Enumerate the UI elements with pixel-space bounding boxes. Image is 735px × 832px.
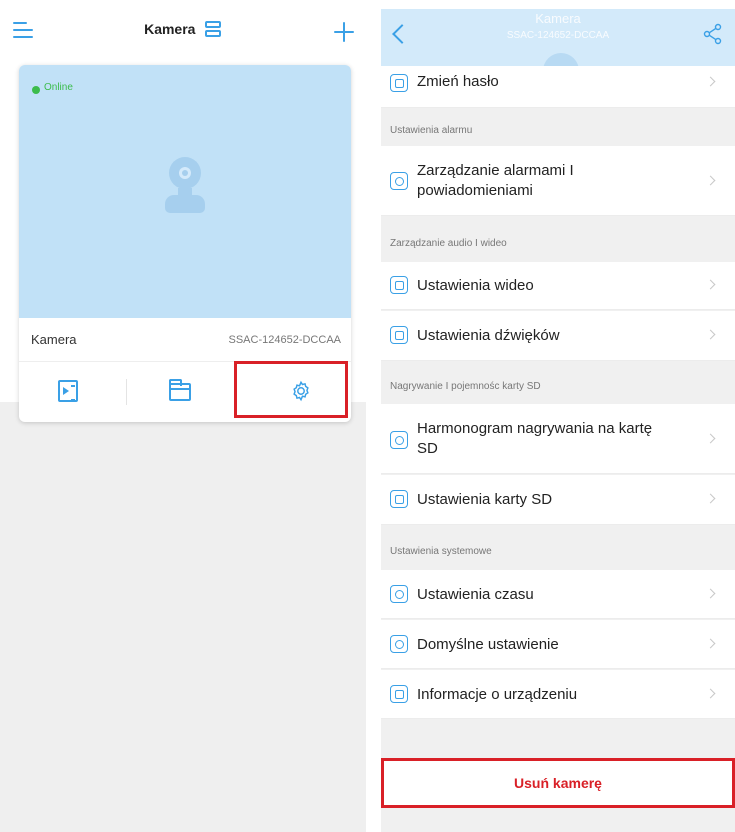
settings-item-time-settings[interactable]: Ustawienia czasu [381, 570, 735, 619]
chevron-right-icon [705, 279, 716, 290]
camera-settings-screen: Kamera SSAC-124652-DCCAA Zmień hasło Ust… [381, 9, 735, 832]
camera-icon [543, 53, 579, 66]
top-bar: Kamera [0, 0, 366, 60]
settings-item-label: Informacje o urządzeniu [417, 686, 578, 703]
camera-list-screen: Kamera Online Kamera SSAC-124652-DCCAA [0, 0, 366, 832]
camera-preview[interactable]: Online [19, 65, 351, 318]
chevron-right-icon [705, 76, 716, 87]
page-title: Kamera [144, 21, 196, 37]
camera-card-actions [19, 361, 351, 422]
chevron-right-icon [705, 175, 716, 186]
camera-card: Online Kamera SSAC-124652-DCCAA [19, 65, 351, 422]
settings-item-label: Ustawienia czasu [417, 586, 534, 603]
camera-name: Kamera [31, 332, 77, 347]
playback-icon [58, 380, 78, 402]
online-status-dot [32, 86, 40, 94]
section-header-system: Ustawienia systemowe [390, 546, 492, 557]
camera-icon [163, 157, 207, 217]
settings-item-label-line2: powiadomieniami [417, 182, 533, 199]
clock-icon [390, 585, 408, 603]
settings-subtitle: SSAC-124652-DCCAA [506, 30, 610, 41]
settings-item-label: Ustawienia karty SD [417, 491, 553, 508]
page-title-group: Kamera [0, 20, 366, 38]
folder-icon [169, 379, 191, 401]
settings-item-label-line1: Harmonogram nagrywania na kartę [417, 420, 653, 437]
speaker-icon [390, 326, 408, 344]
chevron-right-icon [705, 588, 716, 599]
plus-icon[interactable] [334, 22, 354, 42]
section-header-alarm: Ustawienia alarmu [390, 125, 473, 136]
settings-item-default-settings[interactable]: Domyślne ustawienie [381, 620, 735, 669]
settings-item-label: Zmień hasło [417, 73, 499, 90]
chevron-right-icon [705, 688, 716, 699]
chevron-right-icon [705, 638, 716, 649]
settings-item-label: Ustawienia wideo [417, 277, 534, 294]
delete-camera-button[interactable]: Usuń kamerę [384, 761, 732, 805]
sd-card-icon [390, 490, 408, 508]
settings-item-device-info[interactable]: Informacje o urządzeniu [381, 670, 735, 719]
reset-icon [390, 635, 408, 653]
chevron-right-icon [705, 329, 716, 340]
settings-item-recording-schedule[interactable]: Harmonogram nagrywania na kartę SD [381, 404, 735, 474]
settings-item-label: Ustawienia dźwięków [417, 327, 560, 344]
section-header-recording: Nagrywanie I pojemnośc karty SD [390, 381, 541, 392]
chevron-right-icon [705, 433, 716, 444]
settings-header: Kamera SSAC-124652-DCCAA [381, 9, 735, 66]
divider [126, 379, 127, 405]
share-icon[interactable] [703, 23, 723, 45]
layout-toggle-icon[interactable] [204, 20, 222, 38]
playback-button[interactable] [19, 362, 119, 422]
settings-item-label-line2: SD [417, 440, 438, 457]
lock-icon [390, 74, 408, 92]
camera-device-id: SSAC-124652-DCCAA [228, 334, 342, 346]
settings-item-change-password[interactable]: Zmień hasło [381, 66, 735, 108]
online-status-label: Online [44, 82, 73, 93]
section-header-audio-video: Zarządzanie audio I wideo [390, 238, 507, 249]
settings-item-sd-card-settings[interactable]: Ustawienia karty SD [381, 475, 735, 525]
settings-item-sound-settings[interactable]: Ustawienia dźwięków [381, 311, 735, 361]
settings-title: Kamera [535, 11, 581, 26]
settings-item-label: Domyślne ustawienie [417, 636, 559, 653]
info-icon [390, 685, 408, 703]
alarm-icon [390, 172, 408, 190]
settings-button[interactable] [239, 362, 339, 422]
files-button[interactable] [129, 362, 229, 422]
list-background [0, 402, 366, 832]
record-icon [390, 431, 408, 449]
settings-item-video-settings[interactable]: Ustawienia wideo [381, 262, 735, 310]
video-icon [390, 276, 408, 294]
gear-icon [290, 380, 312, 402]
settings-item-label-line1: Zarządzanie alarmami I [417, 162, 574, 179]
chevron-right-icon [705, 493, 716, 504]
settings-item-alarm-management[interactable]: Zarządzanie alarmami I powiadomieniami [381, 146, 735, 216]
